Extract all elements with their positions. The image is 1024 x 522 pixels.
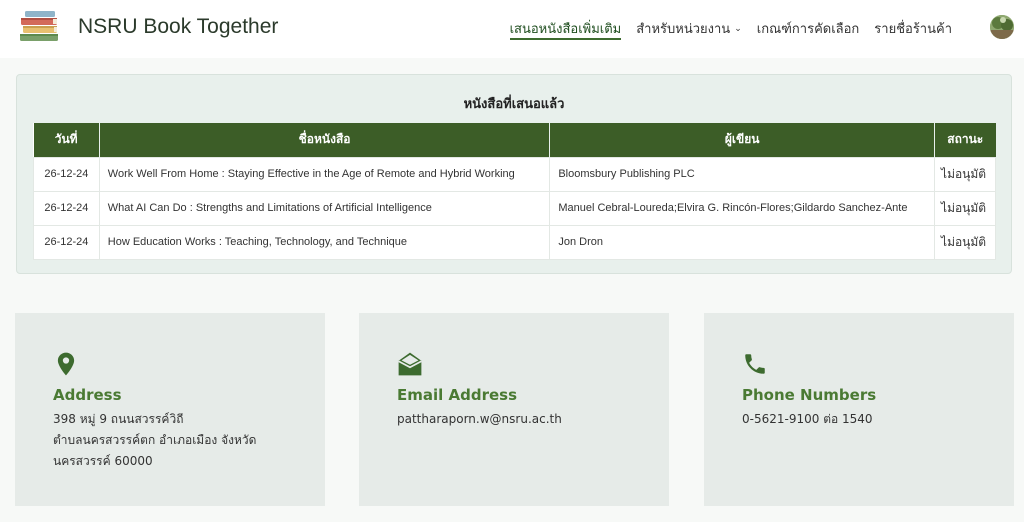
email-link[interactable]: pattharaporn.w@nsru.ac.th xyxy=(397,409,562,430)
nav-propose-books[interactable]: เสนอหนังสือเพิ่มเติม xyxy=(509,18,622,40)
phone-number[interactable]: 0-5621-9100 ต่อ 1540 xyxy=(742,409,873,430)
row-date: 26-12-24 xyxy=(33,190,100,226)
brand-name[interactable]: NSRU Book Together xyxy=(78,15,278,39)
nav-store-list[interactable]: รายชื่อร้านค้า xyxy=(874,18,952,40)
table-row[interactable]: 26-12-24 Work Well From Home : Staying E… xyxy=(33,156,996,192)
nav-for-departments[interactable]: สำหรับหน่วยงาน ⌄ xyxy=(636,18,742,40)
row-author: Bloomsbury Publishing PLC xyxy=(549,156,936,192)
panel-title: หนังสือที่เสนอแล้ว xyxy=(463,97,565,112)
table-header-row: วันที่ ชื่อหนังสือ ผู้เขียน สถานะ xyxy=(33,123,996,157)
envelope-open-icon xyxy=(397,351,423,377)
proposed-books-panel: หนังสือที่เสนอแล้ว วันที่ ชื่อหนังสือ ผู… xyxy=(16,74,1012,274)
address-line: นครสวรรค์ 60000 xyxy=(53,454,153,468)
address-line: ตำบลนครสวรรค์ตก อำเภอเมือง จังหวัด xyxy=(53,433,257,447)
main-nav: เสนอหนังสือเพิ่มเติม สำหรับหน่วยงาน ⌄ เกณ… xyxy=(509,18,952,40)
phone-text: 0-5621-9100 ต่อ 1540 xyxy=(742,409,873,430)
email-text: pattharaporn.w@nsru.ac.th xyxy=(397,409,562,430)
row-author: Manuel Cebral-Loureda;Elvira G. Rincón-F… xyxy=(549,190,936,226)
email-card: Email Address pattharaporn.w@nsru.ac.th xyxy=(359,313,669,506)
phone-icon xyxy=(742,351,768,377)
address-text: 398 หมู่ 9 ถนนสวรรค์วิถี ตำบลนครสวรรค์ตก… xyxy=(53,409,256,472)
row-title: What AI Can Do : Strengths and Limitatio… xyxy=(98,190,551,226)
header-date[interactable]: วันที่ xyxy=(33,123,100,157)
header-status[interactable]: สถานะ xyxy=(934,123,996,157)
row-status: ไม่อนุมัติ xyxy=(934,156,996,192)
phone-title: Phone Numbers xyxy=(742,386,877,404)
table-row[interactable]: 26-12-24 What AI Can Do : Strengths and … xyxy=(33,190,996,226)
proposed-books-table: วันที่ ชื่อหนังสือ ผู้เขียน สถานะ 26-12-… xyxy=(33,123,996,260)
row-status: ไม่อนุมัติ xyxy=(934,190,996,226)
nav-selection-criteria[interactable]: เกณฑ์การคัดเลือก xyxy=(757,18,860,40)
row-title: How Education Works : Teaching, Technolo… xyxy=(98,224,551,260)
row-status: ไม่อนุมัติ xyxy=(934,224,996,260)
address-card: Address 398 หมู่ 9 ถนนสวรรค์วิถี ตำบลนคร… xyxy=(15,313,325,506)
row-date: 26-12-24 xyxy=(33,156,100,192)
user-avatar[interactable] xyxy=(990,15,1014,39)
table-row[interactable]: 26-12-24 How Education Works : Teaching,… xyxy=(33,224,996,260)
email-title: Email Address xyxy=(397,386,518,404)
address-line: 398 หมู่ 9 ถนนสวรรค์วิถี xyxy=(53,412,184,426)
row-author: Jon Dron xyxy=(549,224,936,260)
books-stack-icon[interactable] xyxy=(18,8,62,44)
header-author[interactable]: ผู้เขียน xyxy=(549,123,936,157)
row-title: Work Well From Home : Staying Effective … xyxy=(98,156,551,192)
address-title: Address xyxy=(53,386,122,404)
map-pin-icon xyxy=(53,351,79,377)
header-title[interactable]: ชื่อหนังสือ xyxy=(99,123,551,157)
navbar: NSRU Book Together เสนอหนังสือเพิ่มเติม … xyxy=(0,0,1024,58)
chevron-down-icon: ⌄ xyxy=(734,24,742,34)
phone-card: Phone Numbers 0-5621-9100 ต่อ 1540 xyxy=(704,313,1014,506)
row-date: 26-12-24 xyxy=(33,224,100,260)
